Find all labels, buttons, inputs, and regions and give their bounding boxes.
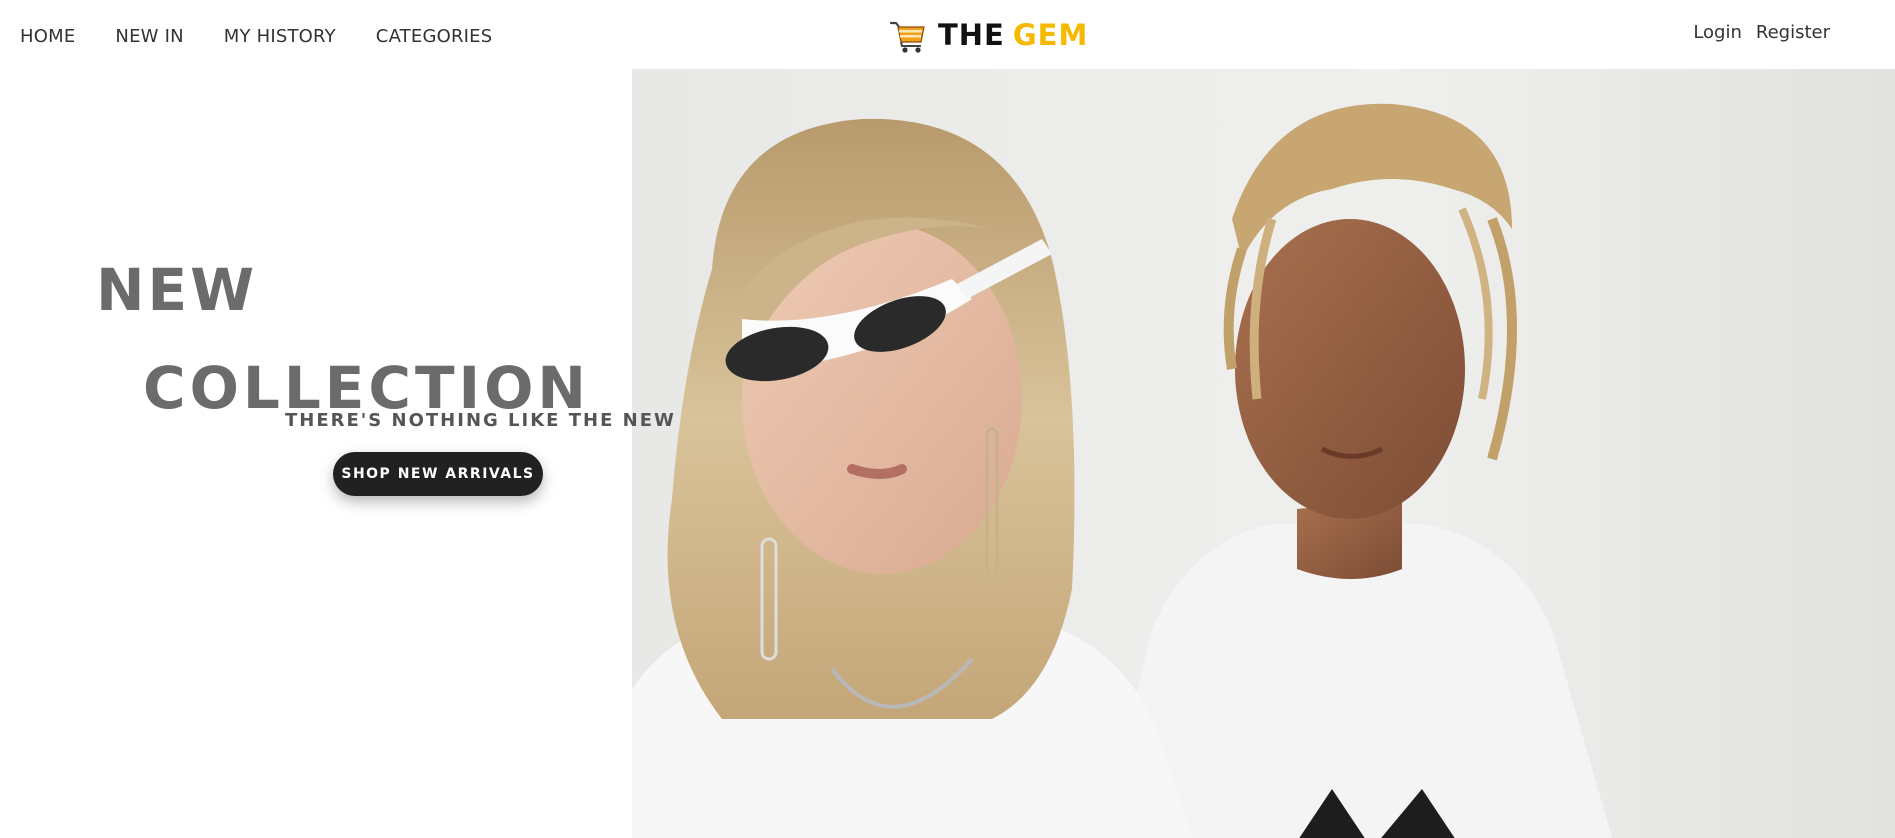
page: HOME NEW IN MY HISTORY CATEGORIES THE GEM… — [0, 0, 1895, 838]
fashion-models-illustration — [632, 69, 1895, 838]
hero-headline-line1: NEW — [96, 255, 258, 324]
hero-photo — [632, 69, 1895, 838]
nav-my-history-link[interactable]: MY HISTORY — [224, 22, 336, 52]
shop-new-arrivals-button[interactable]: SHOP NEW ARRIVALS — [333, 452, 543, 496]
login-link[interactable]: Login — [1693, 18, 1742, 48]
brand-name-the: THE — [938, 18, 1005, 52]
register-link[interactable]: Register — [1756, 18, 1830, 48]
brand-name-gem: GEM — [1012, 18, 1089, 52]
hero-tagline: THERE'S NOTHING LIKE THE NEW — [285, 410, 676, 431]
main-nav: HOME NEW IN MY HISTORY CATEGORIES — [20, 22, 532, 52]
nav-categories-link[interactable]: CATEGORIES — [376, 22, 493, 52]
top-navbar: HOME NEW IN MY HISTORY CATEGORIES THE GEM… — [0, 0, 1895, 69]
hero-section: NEW COLLECTION THERE'S NOTHING LIKE THE … — [0, 0, 674, 838]
nav-new-in-link[interactable]: NEW IN — [115, 22, 183, 52]
auth-nav: Login Register — [1693, 18, 1830, 48]
hero-headline-line2: COLLECTION — [143, 353, 590, 422]
brand-name: THE GEM — [938, 18, 1088, 52]
shopping-cart-icon — [889, 21, 925, 53]
nav-home-link[interactable]: HOME — [20, 22, 75, 52]
brand-logo[interactable]: THE GEM — [888, 12, 1088, 58]
